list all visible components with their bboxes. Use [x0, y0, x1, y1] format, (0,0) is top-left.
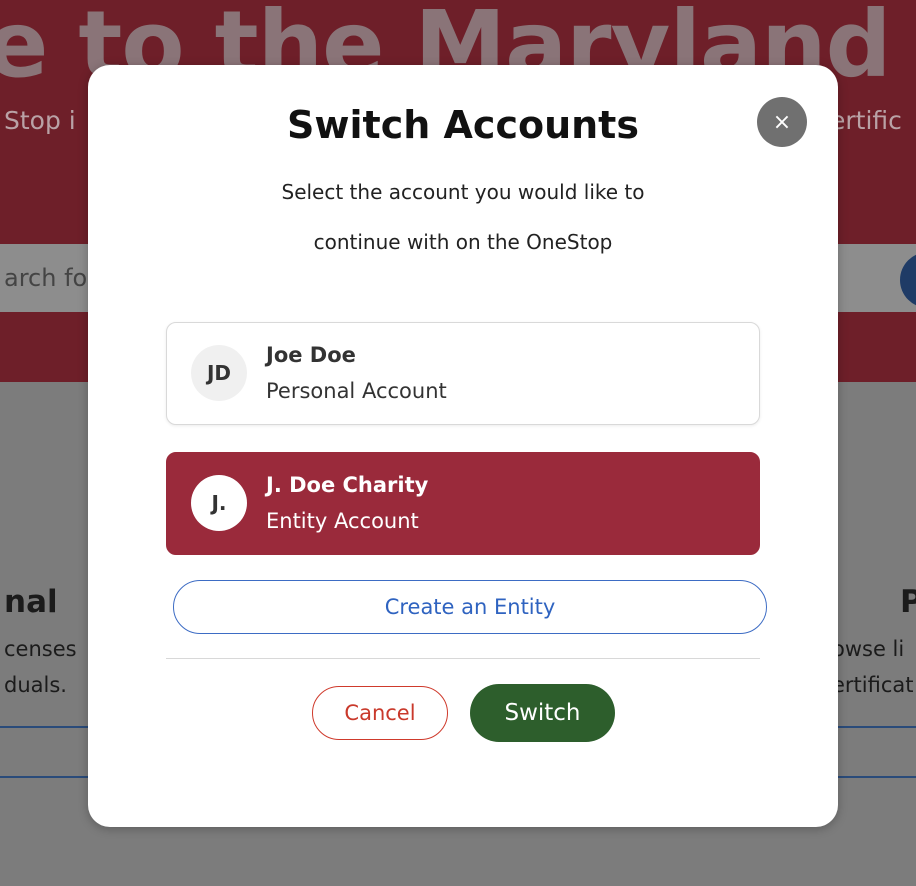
hero-subtitle-right: ertific	[830, 106, 902, 135]
divider	[836, 776, 916, 778]
divider	[0, 726, 90, 728]
account-type: Personal Account	[266, 379, 447, 403]
account-type: Entity Account	[266, 509, 419, 533]
hero-subtitle: Stop i	[4, 106, 76, 135]
account-option-joe-doe[interactable]: JD Joe Doe Personal Account	[166, 322, 760, 425]
create-entity-button[interactable]: Create an Entity	[173, 580, 767, 634]
avatar: J.	[191, 475, 247, 531]
divider	[836, 726, 916, 728]
right-card-text: owse li	[832, 637, 905, 661]
switch-button[interactable]: Switch	[470, 684, 615, 742]
account-name: J. Doe Charity	[266, 473, 429, 497]
cancel-button[interactable]: Cancel	[312, 686, 448, 740]
left-card-text: duals.	[4, 673, 67, 697]
search-input: arch fo	[4, 264, 88, 292]
account-name: Joe Doe	[266, 343, 356, 367]
account-option-j-doe-charity[interactable]: J. J. Doe Charity Entity Account	[166, 452, 760, 555]
avatar: JD	[191, 345, 247, 401]
modal-subtitle: Select the account you would like to con…	[281, 180, 645, 254]
divider	[0, 776, 90, 778]
right-card-text: ertificat	[832, 673, 914, 697]
modal-title: Switch Accounts	[287, 103, 639, 147]
left-card-text: censes	[4, 637, 77, 661]
divider	[166, 658, 760, 659]
switch-accounts-modal: × Switch Accounts Select the account you…	[88, 65, 838, 827]
left-card-title: nal	[4, 584, 58, 620]
right-card-title: P	[900, 584, 916, 620]
